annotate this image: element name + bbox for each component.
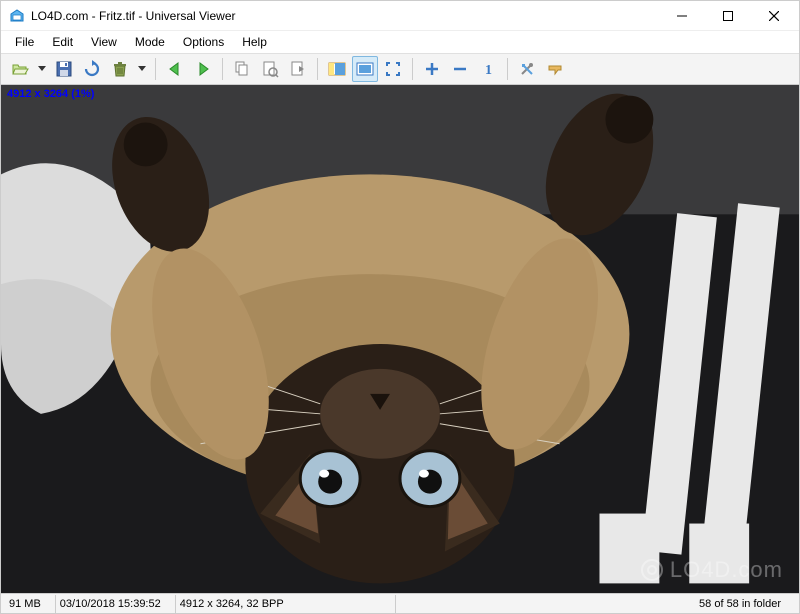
menu-file[interactable]: File — [7, 33, 42, 51]
image-dimensions-overlay: 4912 x 3264 (1%) — [7, 88, 94, 100]
separator — [412, 58, 413, 80]
toolbar: 1 — [1, 53, 799, 85]
menu-help[interactable]: Help — [234, 33, 275, 51]
next-button[interactable] — [190, 56, 216, 82]
fit-width-button[interactable] — [324, 56, 350, 82]
print-preview-button[interactable] — [257, 56, 283, 82]
svg-text:1: 1 — [485, 63, 492, 78]
menu-mode[interactable]: Mode — [127, 33, 173, 51]
menu-options[interactable]: Options — [175, 33, 232, 51]
separator — [222, 58, 223, 80]
status-filesize: 91 MB — [5, 595, 56, 613]
reload-button[interactable] — [79, 56, 105, 82]
open-dropdown[interactable] — [35, 56, 49, 82]
maximize-button[interactable] — [705, 1, 751, 31]
statusbar: 91 MB 03/10/2018 15:39:52 4912 x 3264, 3… — [1, 593, 799, 613]
separator — [317, 58, 318, 80]
content-image — [1, 85, 799, 593]
copy-button[interactable] — [229, 56, 255, 82]
menu-edit[interactable]: Edit — [44, 33, 81, 51]
save-button[interactable] — [51, 56, 77, 82]
status-dimensions: 4912 x 3264, 32 BPP — [176, 595, 396, 613]
image-viewport[interactable] — [1, 85, 799, 593]
status-position: 58 of 58 in folder — [396, 595, 795, 613]
fullscreen-button[interactable] — [380, 56, 406, 82]
titlebar: LO4D.com - Fritz.tif - Universal Viewer — [1, 1, 799, 31]
open-file-button[interactable] — [7, 56, 33, 82]
print-button[interactable] — [285, 56, 311, 82]
minimize-button[interactable] — [659, 1, 705, 31]
plugins-button[interactable] — [542, 56, 568, 82]
app-icon — [9, 8, 25, 24]
zoom-out-button[interactable] — [447, 56, 473, 82]
status-datetime: 03/10/2018 15:39:52 — [56, 595, 176, 613]
menu-view[interactable]: View — [83, 33, 125, 51]
fit-window-button[interactable] — [352, 56, 378, 82]
zoom-in-button[interactable] — [419, 56, 445, 82]
close-button[interactable] — [751, 1, 797, 31]
separator — [507, 58, 508, 80]
window-title: LO4D.com - Fritz.tif - Universal Viewer — [31, 9, 659, 23]
menubar: File Edit View Mode Options Help — [1, 31, 799, 53]
delete-button[interactable] — [107, 56, 133, 82]
tools-button[interactable] — [514, 56, 540, 82]
zoom-actual-button[interactable]: 1 — [475, 56, 501, 82]
previous-button[interactable] — [162, 56, 188, 82]
delete-dropdown[interactable] — [135, 56, 149, 82]
window-controls — [659, 1, 797, 31]
separator — [155, 58, 156, 80]
